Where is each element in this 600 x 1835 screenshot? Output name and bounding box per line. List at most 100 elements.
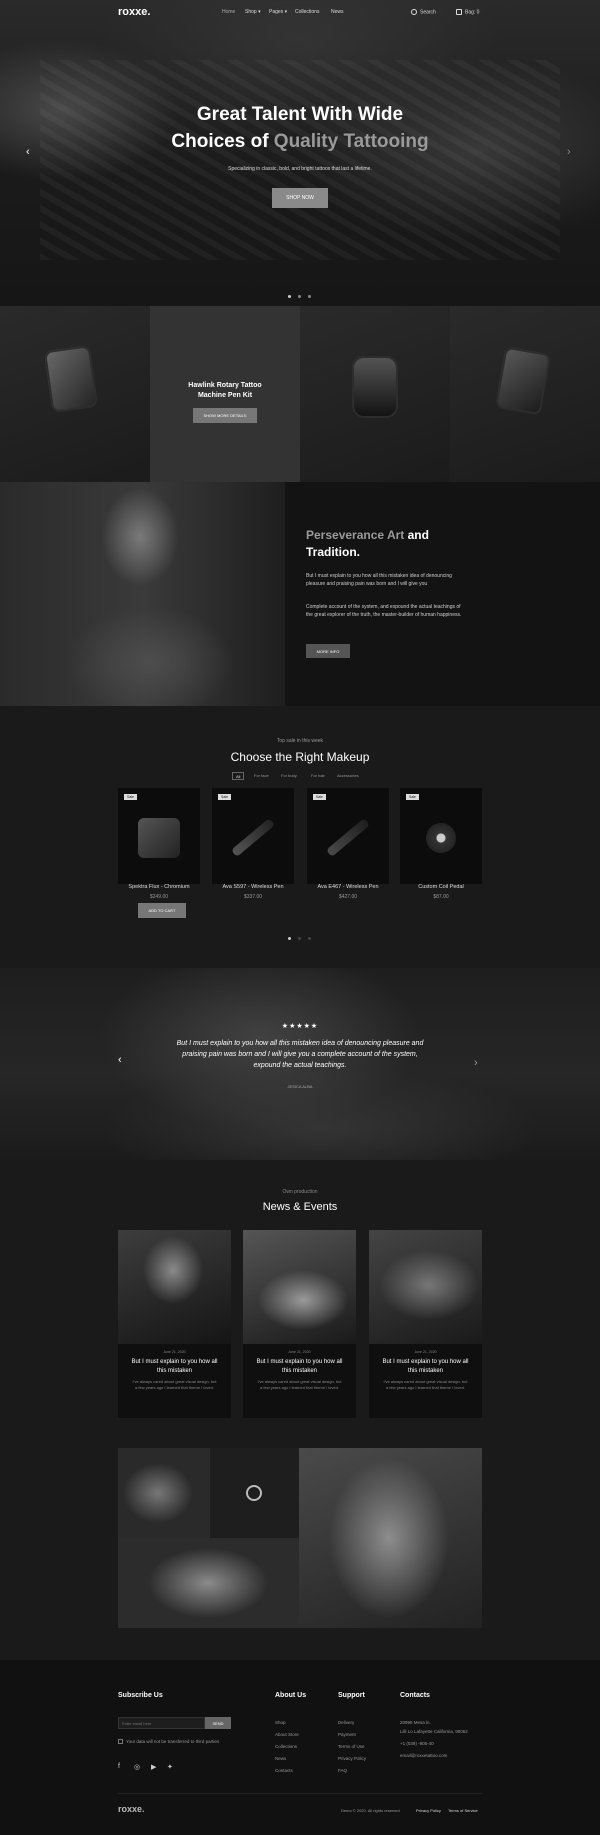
checkbox-icon[interactable] <box>118 1739 123 1745</box>
eye-icon <box>246 1485 262 1501</box>
product-tile-3[interactable] <box>300 306 450 482</box>
footer-link-privacy[interactable]: Privacy Policy <box>338 1756 366 1761</box>
product-tile-featured[interactable]: Hawlink Rotary Tattoo Machine Pen Kit SHO… <box>150 306 300 482</box>
footer-link-delivery[interactable]: Delivery <box>338 1720 354 1725</box>
product-price: $249.00 <box>149 894 169 900</box>
about-section: Perseverance Art and Tradition. But I mus… <box>0 482 600 706</box>
nav-shop[interactable]: Shop ▾ <box>245 9 261 15</box>
add-to-cart-button[interactable]: ADD TO CART <box>138 903 186 918</box>
news-title: News & Events <box>262 1201 338 1213</box>
product-name[interactable]: Ava S597 - Wireless Pen <box>212 884 294 890</box>
testimonial-prev-arrow-icon[interactable]: ‹ <box>118 1054 122 1066</box>
footer-logo[interactable]: roxxe. <box>118 1804 145 1814</box>
section-kicker: Top sale in this week <box>276 738 324 744</box>
news-card[interactable]: June 21, 2020 But I must explain to you … <box>369 1230 482 1418</box>
footer-link-terms[interactable]: Terms of Use <box>338 1744 365 1749</box>
gallery-image[interactable] <box>118 1538 299 1628</box>
news-card[interactable]: June 21, 2020 But I must explain to you … <box>118 1230 231 1418</box>
subscribe-title: Subscribe Us <box>118 1692 163 1699</box>
shop-now-button[interactable]: SHOP NOW <box>272 188 328 208</box>
nav-collections[interactable]: Collections <box>295 9 319 15</box>
search-button[interactable]: Search <box>411 9 436 15</box>
featured-product-title: Hawlink Rotary Tattoo Machine Pen Kit <box>188 382 262 399</box>
hero-title-line2: Choices of Quality Tattooing <box>171 131 429 152</box>
show-more-details-button[interactable]: SHOW MORE DETAILS <box>193 408 257 423</box>
product-image <box>426 823 456 853</box>
product-name[interactable]: Ava E467 - Wireless Pen <box>307 884 389 890</box>
testimonial-author: JESICA ALBA <box>287 1084 313 1089</box>
products-dot-1[interactable] <box>288 937 291 940</box>
contact-phone[interactable]: +1 (039) -905-40 <box>400 1741 434 1746</box>
gallery-image[interactable] <box>299 1448 482 1628</box>
product-price: $337.00 <box>243 894 263 900</box>
about-paragraph-2: Complete account of the system, and expo… <box>306 604 462 618</box>
tab-all[interactable]: All <box>232 772 245 780</box>
footer-link-faq[interactable]: FAQ <box>338 1768 347 1773</box>
footer-link-collections[interactable]: Collections <box>275 1744 297 1749</box>
instagram-icon[interactable]: ◎ <box>134 1763 140 1771</box>
product-tile-4[interactable] <box>450 306 600 482</box>
consent-checkbox[interactable]: Your data will not be transferred to thi… <box>118 1739 219 1745</box>
footer-link-contacts[interactable]: Contacts <box>275 1768 293 1773</box>
testimonial-next-arrow-icon[interactable]: › <box>474 1057 478 1069</box>
tab-accessories[interactable]: Accessories <box>334 772 362 780</box>
product-name[interactable]: Custom Coil Pedal <box>400 884 482 890</box>
tab-for-body[interactable]: For body <box>278 772 300 780</box>
privacy-policy-link[interactable]: Privacy Policy <box>416 1808 441 1813</box>
products-dot-2[interactable] <box>298 937 301 940</box>
product-card[interactable]: Sale <box>307 788 389 884</box>
footer-link-payment[interactable]: Payment <box>338 1732 356 1737</box>
contact-address: 20996 Mesa ln. <box>400 1720 431 1725</box>
news-headline[interactable]: But I must explain to you how all this m… <box>377 1358 474 1376</box>
testimonial-quote: But I must explain to you how all this m… <box>176 1040 424 1069</box>
hero-dot-2[interactable] <box>298 295 301 298</box>
hero-next-arrow-icon[interactable]: › <box>567 146 571 158</box>
nav-news[interactable]: News <box>331 9 344 15</box>
email-field[interactable] <box>118 1717 205 1729</box>
product-name[interactable]: Spektra Flux - Chromium <box>118 884 200 890</box>
contact-city: Lilli Lo Lafayette California, 90062 <box>400 1729 468 1734</box>
send-button[interactable]: SEND <box>205 1717 231 1729</box>
news-headline[interactable]: But I must explain to you how all this m… <box>251 1358 348 1376</box>
logo[interactable]: roxxe. <box>118 6 150 18</box>
twitter-icon[interactable]: ✦ <box>167 1763 173 1771</box>
footer-link-shop[interactable]: Shop <box>275 1720 286 1725</box>
news-card[interactable]: June 21, 2020 But I must explain to you … <box>243 1230 356 1418</box>
support-title: Support <box>338 1692 365 1699</box>
tab-for-hair[interactable]: For hair <box>308 772 328 780</box>
bag-icon <box>456 9 462 15</box>
products-dot-3[interactable] <box>308 937 311 940</box>
about-paragraph-1: But I must explain to you how all this m… <box>306 573 452 587</box>
products-section: Top sale in this week Choose the Right M… <box>0 706 600 968</box>
hero-prev-arrow-icon[interactable]: ‹ <box>26 146 30 158</box>
more-info-button[interactable]: MORE INFO <box>306 644 350 658</box>
footer-link-news[interactable]: News <box>275 1756 286 1761</box>
tab-for-face[interactable]: For face <box>251 772 272 780</box>
hero-dot-3[interactable] <box>308 295 311 298</box>
product-card[interactable]: Sale <box>400 788 482 884</box>
nav-home[interactable]: Home <box>222 9 235 15</box>
contact-email[interactable]: email@roxxetattoo.com <box>400 1753 447 1758</box>
news-image <box>118 1230 231 1344</box>
product-price: $427.00 <box>338 894 358 900</box>
product-card[interactable]: Sale <box>118 788 200 884</box>
product-tile-1[interactable] <box>0 306 150 482</box>
rating-stars-icon: ★★★★★ <box>281 1023 319 1030</box>
hero-slider: Great Talent With Wide Choices of Qualit… <box>0 0 600 306</box>
terms-link[interactable]: Terms of Service <box>448 1808 478 1813</box>
product-price: $87.00 <box>433 894 449 900</box>
gallery-image[interactable] <box>118 1448 210 1538</box>
hero-subtitle: Specializing in classic, bold, and brigh… <box>228 166 372 172</box>
news-section: Own production News & Events June 21, 20… <box>0 1160 600 1660</box>
news-date: June 21, 2020 <box>163 1350 186 1354</box>
facebook-icon[interactable]: f <box>118 1763 120 1770</box>
youtube-icon[interactable]: ▶ <box>151 1763 156 1771</box>
nav-pages[interactable]: Pages ▾ <box>269 9 287 15</box>
hero-dot-1[interactable] <box>288 295 291 298</box>
tattoo-pen-image <box>352 356 398 418</box>
footer-link-about-store[interactable]: About Store <box>275 1732 299 1737</box>
product-card[interactable]: Sale <box>212 788 294 884</box>
gallery-image[interactable] <box>210 1448 299 1538</box>
news-headline[interactable]: But I must explain to you how all this m… <box>126 1358 223 1376</box>
bag-button[interactable]: Bag: 0 <box>456 9 479 15</box>
